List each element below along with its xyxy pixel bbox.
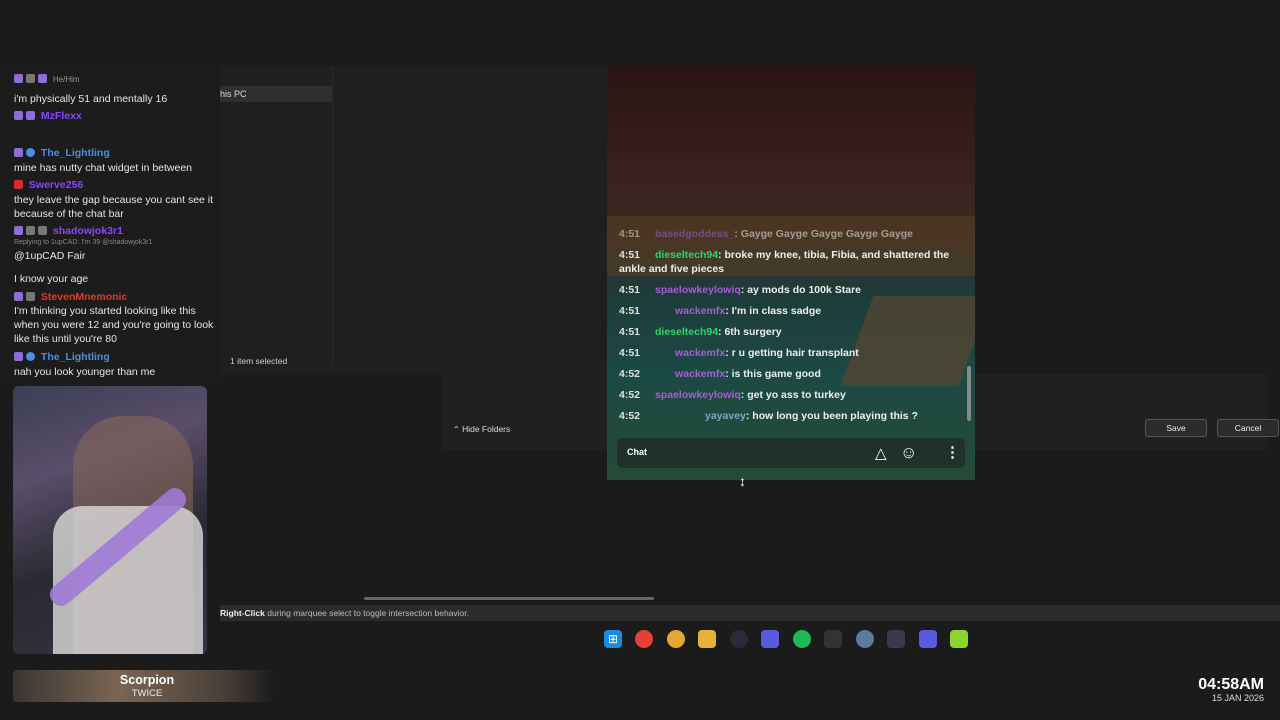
horizontal-scrollbar[interactable] — [364, 597, 654, 600]
hint-bar: Right-Click during marquee select to tog… — [220, 605, 1280, 621]
hint-key: Right-Click — [220, 608, 265, 618]
chat-line: He/Him — [14, 72, 214, 87]
chat-message-text: mine has nutty chat widget in between — [14, 162, 193, 174]
chat-line: The_Lightling — [14, 350, 214, 364]
chat-message: 4:51 dieseltech94: broke my knee, tibia, … — [619, 249, 950, 275]
chat-line: The_Lightling — [14, 146, 214, 160]
twitch-badge-icon — [14, 74, 23, 83]
more-options-icon[interactable]: ⋮ — [945, 443, 960, 461]
folder-icon[interactable] — [698, 630, 716, 648]
reply-context: Replying to 1upCAD: I'm 39 @shadowjok3r1 — [14, 239, 153, 246]
chat-input-placeholder: Chat — [627, 447, 647, 457]
nav-item-this-pc[interactable]: his PC — [220, 86, 332, 102]
twitch-badge-icon — [14, 292, 23, 301]
song-title: Scorpion — [119, 673, 175, 687]
pane-divider — [332, 66, 333, 366]
badge-icon — [38, 74, 47, 83]
lightning-icon[interactable] — [761, 630, 779, 648]
status-bar: 1 item selected — [220, 356, 610, 370]
pronoun-tag: He/Him — [52, 75, 80, 84]
badge-icon — [26, 111, 35, 120]
chat-message: 4:51 basedgoddess_: Gayge Gayge Gayge Gay… — [619, 228, 913, 240]
chat-message: 4:52 yayavey: how long you been playing t… — [619, 410, 918, 422]
webcam-feed — [13, 386, 207, 654]
badge-icon — [26, 226, 35, 235]
chat-message-text: @1upCAD Fair — [14, 250, 86, 262]
chat-username: shadowjok3r1 — [52, 225, 123, 237]
chat-message-text: nah you look younger than me — [14, 366, 156, 378]
discord-badge-icon — [26, 148, 35, 157]
clock-date: 15 JAN 2026 — [1211, 693, 1264, 703]
now-playing-widget: Scorpion TWICE — [13, 670, 275, 702]
skull-badge-icon — [26, 292, 35, 301]
cancel-button[interactable]: Cancel — [1217, 419, 1279, 437]
save-button[interactable]: Save — [1145, 419, 1207, 437]
twitch-badge-icon — [14, 111, 23, 120]
settings-icon[interactable] — [856, 630, 874, 648]
chat-message: 4:51 spaelowkeylowiq: ay mods do 100k Sta… — [619, 284, 861, 296]
bits-icon[interactable]: △ — [875, 444, 887, 462]
hint-text: during marquee select to toggle intersec… — [264, 608, 469, 618]
chat-username: MzFlexx — [40, 110, 82, 122]
clock-time: 04:58AM — [1198, 676, 1264, 693]
chat-username: Swerve256 — [28, 179, 84, 191]
emote-icon[interactable]: ☺ — [900, 443, 917, 463]
chat-message-text: they leave the gap because you cant see … — [14, 194, 214, 220]
twitch-badge-icon — [14, 148, 23, 157]
discord-badge-icon — [26, 352, 35, 361]
lightning-icon[interactable] — [919, 630, 937, 648]
chat-message: 4:51 wackemfx: I'm in class sadge — [619, 305, 822, 317]
steam-icon[interactable] — [730, 630, 748, 648]
song-artist: TWICE — [131, 688, 163, 699]
chat-message-text: I know your age — [14, 273, 89, 285]
chat-line: shadowjok3r1 — [14, 224, 214, 238]
chrome-icon[interactable] — [635, 630, 653, 648]
twitch-badge-icon — [14, 226, 23, 235]
chat-message: 4:52 wackemfx: is this game good — [619, 368, 821, 380]
resize-cursor-icon: ↕ — [739, 473, 746, 489]
chrome-icon[interactable] — [667, 630, 685, 648]
hide-folders-button[interactable]: ⌃ Hide Folders — [453, 424, 510, 434]
chat-username: The_Lightling — [40, 351, 110, 363]
app-icon[interactable] — [950, 630, 968, 648]
chat-message-text: I'm thinking you started looking like th… — [14, 305, 214, 345]
chevron-up-icon: ⌃ — [453, 425, 460, 434]
badge-icon — [26, 74, 35, 83]
hide-folders-label: Hide Folders — [462, 424, 511, 434]
chat-username: The_Lightling — [40, 147, 110, 159]
chat-line: MzFlexx — [14, 109, 214, 123]
twitch-badge-icon — [14, 352, 23, 361]
chat-line: Swerve256 — [14, 178, 214, 192]
overlay-chat-panel: He/Him i'm physically 51 and mentally 16… — [0, 66, 220, 386]
taskbar: ⊞ — [600, 626, 972, 652]
chat-message: 4:52 spaelowkeylowiq: get yo ass to turke… — [619, 389, 846, 401]
davinci-icon[interactable] — [824, 630, 842, 648]
chat-input[interactable]: Chat △ ☺ ⋮ — [617, 438, 965, 468]
windows-icon[interactable]: ⊞ — [604, 630, 622, 648]
stream-chat-popout: 4:51 basedgoddess_: Gayge Gayge Gayge Gay… — [607, 66, 975, 480]
chat-scrollbar[interactable] — [967, 366, 971, 421]
chat-message: 4:51 wackemfx: r u getting hair transplan… — [619, 347, 859, 359]
spotify-icon[interactable] — [793, 630, 811, 648]
file-explorer-window: his PC 1 item selected — [220, 66, 611, 374]
chat-username: StevenMnemonic — [40, 291, 128, 303]
chat-message-text: i'm physically 51 and mentally 16 — [14, 93, 168, 105]
youtube-badge-icon — [14, 180, 23, 189]
chat-message: 4:51 dieseltech94: 6th surgery — [619, 326, 782, 338]
status-text: 1 item selected — [230, 356, 288, 366]
badge-icon — [38, 226, 47, 235]
audio-icon[interactable] — [887, 630, 905, 648]
chat-line: StevenMnemonic — [14, 290, 214, 304]
